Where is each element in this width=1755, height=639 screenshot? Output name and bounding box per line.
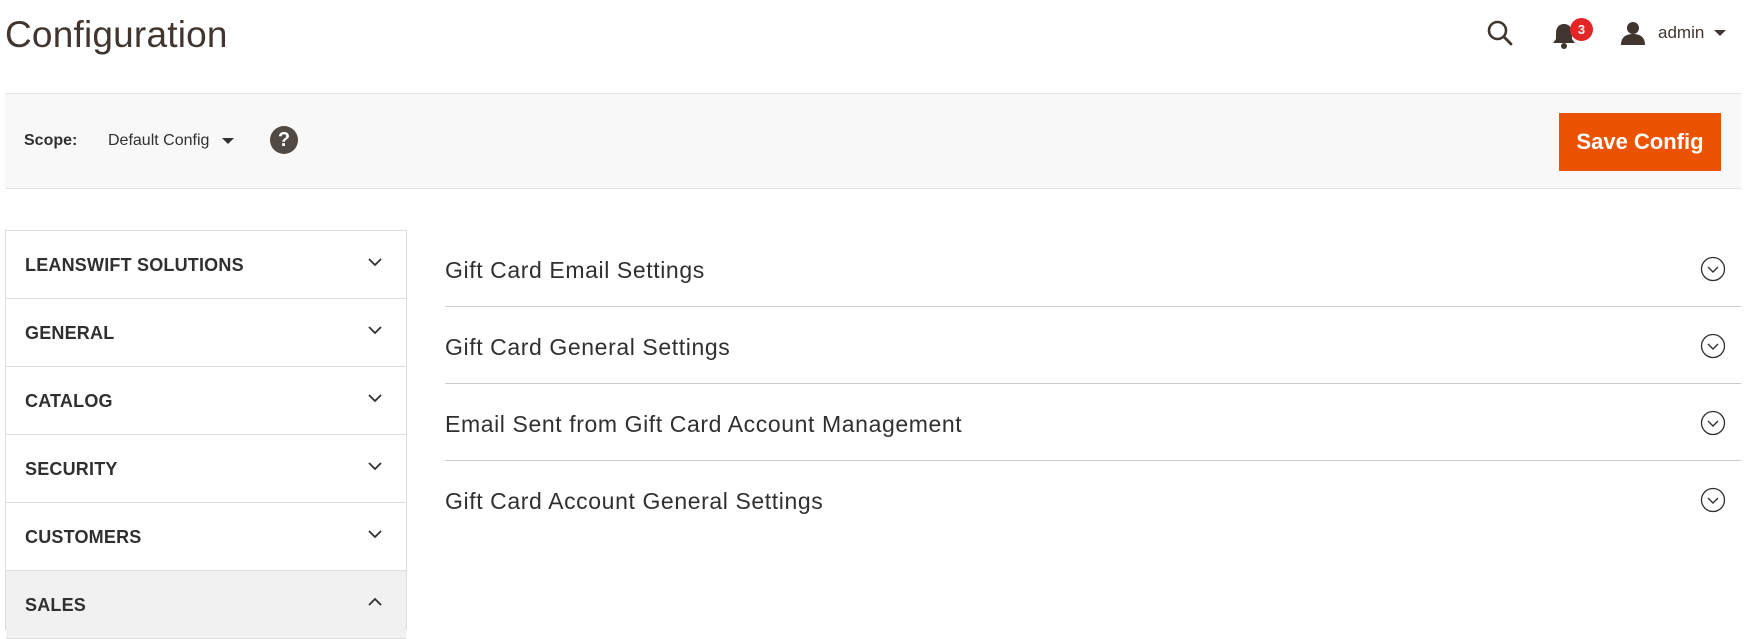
chevron-down-icon — [368, 530, 382, 539]
config-sidebar: LEANSWIFT SOLUTIONS GENERAL CATALOG SECU… — [5, 230, 407, 639]
chevron-up-icon — [368, 597, 382, 606]
notifications-button[interactable]: 3 — [1550, 18, 1593, 50]
sidebar-item-leanswift-solutions[interactable]: LEANSWIFT SOLUTIONS — [6, 231, 406, 299]
section-email-sent-from-gift-card-account-management[interactable]: Email Sent from Gift Card Account Manage… — [445, 384, 1741, 461]
sidebar-item-label: CUSTOMERS — [25, 527, 142, 547]
save-config-button[interactable]: Save Config — [1559, 113, 1721, 171]
search-icon — [1487, 20, 1513, 46]
sidebar-item-security[interactable]: SECURITY — [6, 435, 406, 503]
user-icon — [1621, 22, 1645, 45]
section-gift-card-account-general-settings[interactable]: Gift Card Account General Settings — [445, 461, 1741, 538]
expand-circle-icon — [1700, 256, 1726, 282]
chevron-down-icon — [368, 394, 382, 403]
scope-value: Default Config — [108, 132, 210, 149]
scope-bar: Scope: Default Config ? Save Config — [5, 93, 1741, 189]
sidebar-item-label: SECURITY — [25, 459, 118, 479]
scope-label: Scope: — [24, 132, 78, 149]
scope-switcher[interactable]: Default Config — [108, 132, 235, 150]
user-name: admin — [1658, 23, 1705, 42]
section-title: Gift Card Account General Settings — [445, 488, 824, 514]
section-title: Gift Card General Settings — [445, 334, 731, 360]
user-menu[interactable]: admin — [1620, 18, 1727, 48]
sidebar-item-customers[interactable]: CUSTOMERS — [6, 503, 406, 571]
sidebar-item-catalog[interactable]: CATALOG — [6, 367, 406, 435]
search-button[interactable] — [1485, 18, 1515, 48]
config-sections: Gift Card Email Settings Gift Card Gener… — [445, 230, 1741, 538]
sidebar-item-label: GENERAL — [25, 323, 115, 343]
chevron-down-icon — [368, 326, 382, 335]
sidebar-item-label: LEANSWIFT SOLUTIONS — [25, 255, 244, 275]
section-title: Gift Card Email Settings — [445, 257, 705, 283]
section-gift-card-general-settings[interactable]: Gift Card General Settings — [445, 307, 1741, 384]
page-title: Configuration — [5, 14, 228, 55]
notification-badge: 3 — [1570, 18, 1593, 41]
section-title: Email Sent from Gift Card Account Manage… — [445, 411, 963, 437]
caret-down-icon — [222, 138, 235, 144]
caret-down-icon — [1714, 30, 1727, 36]
sidebar-item-general[interactable]: GENERAL — [6, 299, 406, 367]
chevron-down-icon — [368, 258, 382, 267]
sidebar-item-label: SALES — [25, 595, 87, 615]
expand-circle-icon — [1700, 333, 1726, 359]
expand-circle-icon — [1700, 487, 1726, 513]
help-icon[interactable]: ? — [270, 126, 298, 154]
sidebar-item-label: CATALOG — [25, 391, 113, 411]
expand-circle-icon — [1700, 410, 1726, 436]
sidebar-item-sales[interactable]: SALES — [6, 571, 406, 639]
section-gift-card-email-settings[interactable]: Gift Card Email Settings — [445, 230, 1741, 307]
chevron-down-icon — [368, 462, 382, 471]
